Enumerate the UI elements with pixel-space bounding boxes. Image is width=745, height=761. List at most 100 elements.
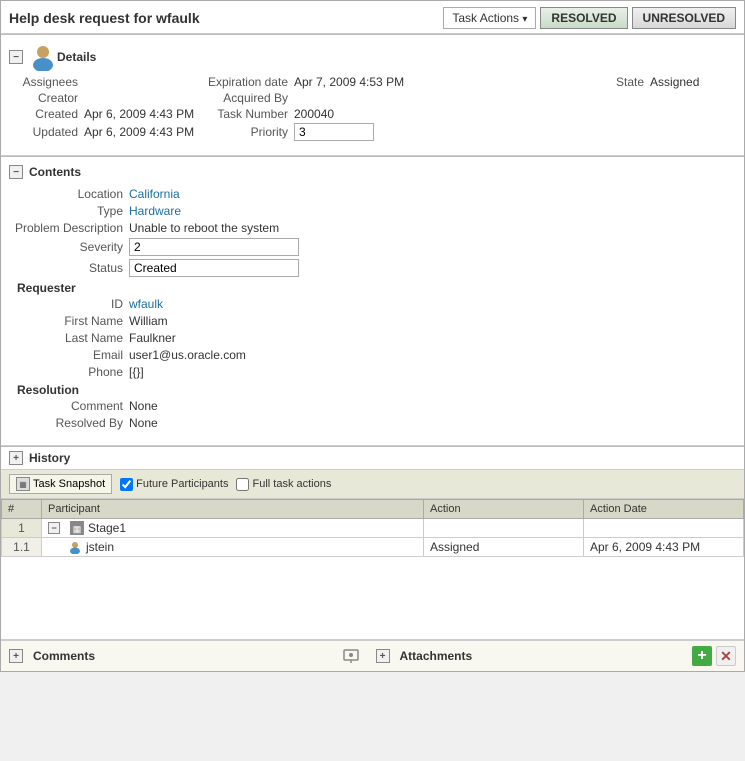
history-header-row: # Participant Action Action Date <box>2 500 744 519</box>
priority-label: Priority <box>199 125 294 139</box>
history-table: # Participant Action Action Date 1 − ▦ <box>1 499 744 557</box>
full-task-actions-label: Full task actions <box>252 478 331 490</box>
jstein-name: jstein <box>86 540 114 554</box>
stage-icon: ▦ <box>70 521 84 535</box>
history-table-body: 1 − ▦ Stage1 1.1 <box>2 519 744 557</box>
row-action-date-stage1 <box>584 519 744 538</box>
resolution-subsection: Resolution Comment None Resolved By None <box>9 383 736 430</box>
resolved-button[interactable]: RESOLVED <box>540 7 627 29</box>
type-row: Type Hardware <box>9 204 736 218</box>
resolution-comment-label: Comment <box>9 399 129 413</box>
comments-section: + Comments <box>9 649 326 663</box>
avatar-icon <box>29 43 57 71</box>
attachments-label: Attachments <box>400 649 473 663</box>
row-number-1-1: 1.1 <box>2 538 42 557</box>
status-label: Status <box>9 261 129 275</box>
resolution-comment-value: None <box>129 399 158 413</box>
resolution-label: Resolution <box>9 383 736 397</box>
future-participants-checkbox[interactable] <box>120 478 133 491</box>
expiration-date-label: Expiration date <box>199 75 294 89</box>
delete-icon[interactable]: ✕ <box>716 646 736 666</box>
details-fields: Assignees Expiration date Apr 7, 2009 4:… <box>1 75 744 151</box>
requester-label: Requester <box>9 281 736 295</box>
contents-section-header: − Contents <box>1 161 744 183</box>
status-input[interactable] <box>129 259 299 277</box>
requester-id-value[interactable]: wfaulk <box>129 297 163 311</box>
type-value[interactable]: Hardware <box>129 204 181 218</box>
location-row: Location California <box>9 187 736 201</box>
resolution-resolved-by-label: Resolved By <box>9 416 129 430</box>
status-row: Status <box>9 259 736 277</box>
history-toggle-icon[interactable]: + <box>9 451 23 465</box>
contents-section: − Contents Location California Type Hard… <box>1 157 744 446</box>
stage-expand-icon[interactable]: − <box>48 522 60 534</box>
history-table-header: # Participant Action Action Date <box>2 500 744 519</box>
attachments-section: + Attachments <box>376 649 693 663</box>
requester-id-row: ID wfaulk <box>9 297 736 311</box>
resolution-resolved-by-value: None <box>129 416 158 430</box>
unresolved-button[interactable]: UNRESOLVED <box>632 7 736 29</box>
attachments-toggle-icon[interactable]: + <box>376 649 390 663</box>
updated-label: Updated <box>9 125 84 139</box>
row-participant-stage1: − ▦ Stage1 <box>42 519 424 538</box>
requester-phone-value: [{}] <box>129 365 144 379</box>
requester-email-value: user1@us.oracle.com <box>129 348 246 362</box>
contents-section-label: Contents <box>29 165 81 179</box>
row-action-jstein: Assigned <box>424 538 584 557</box>
created-label: Created <box>9 107 84 121</box>
contents-fields: Location California Type Hardware Proble… <box>1 183 744 441</box>
task-snapshot-label: Task Snapshot <box>33 478 105 490</box>
task-actions-button[interactable]: Task Actions ▾ <box>443 7 536 29</box>
state-label: State <box>616 75 650 89</box>
history-section-label: History <box>29 451 70 465</box>
acquired-by-label: Acquired By <box>199 91 294 105</box>
add-icon[interactable]: + <box>692 646 712 666</box>
full-task-actions-checkbox[interactable] <box>236 478 249 491</box>
col-action-header: Action <box>424 500 584 519</box>
page-header: Help desk request for wfaulk Task Action… <box>1 1 744 34</box>
footer-bar: + Comments + Attachments + ✕ <box>1 640 744 671</box>
stage1-name: Stage1 <box>88 521 126 535</box>
footer-center-icon <box>326 647 376 665</box>
problem-description-value: Unable to reboot the system <box>129 221 279 235</box>
requester-firstname-row: First Name William <box>9 314 736 328</box>
comments-label: Comments <box>33 649 95 663</box>
severity-input[interactable] <box>129 238 299 256</box>
severity-row: Severity <box>9 238 736 256</box>
expiration-date-value: Apr 7, 2009 4:53 PM <box>294 75 404 89</box>
row-number-1: 1 <box>2 519 42 538</box>
row-action-date-jstein: Apr 6, 2009 4:43 PM <box>584 538 744 557</box>
requester-email-row: Email user1@us.oracle.com <box>9 348 736 362</box>
requester-firstname-value: William <box>129 314 168 328</box>
requester-lastname-value: Faulkner <box>129 331 176 345</box>
state-value: Assigned <box>650 75 699 89</box>
center-footer-icon <box>342 647 360 665</box>
future-participants-label: Future Participants <box>136 478 228 490</box>
row-action-stage1 <box>424 519 584 538</box>
location-value[interactable]: California <box>129 187 180 201</box>
details-toggle-icon[interactable]: − <box>9 50 23 64</box>
details-section: − Details Assignees Expiration date Apr … <box>1 35 744 156</box>
contents-toggle-icon[interactable]: − <box>9 165 23 179</box>
task-actions-label: Task Actions <box>452 11 519 25</box>
full-task-actions-checkbox-label[interactable]: Full task actions <box>236 478 331 491</box>
assignees-label: Assignees <box>9 75 84 89</box>
future-participants-checkbox-label[interactable]: Future Participants <box>120 478 228 491</box>
user-icon <box>68 540 82 554</box>
dropdown-arrow-icon: ▾ <box>522 14 527 25</box>
col-action-date-header: Action Date <box>584 500 744 519</box>
header-actions: Task Actions ▾ RESOLVED UNRESOLVED <box>443 7 736 29</box>
history-section: + History ▦ Task Snapshot Future Partici… <box>1 447 744 640</box>
resolution-resolved-by-row: Resolved By None <box>9 416 736 430</box>
priority-input[interactable] <box>294 123 374 141</box>
requester-lastname-label: Last Name <box>9 331 129 345</box>
table-row: 1.1 jstein Assigned <box>2 538 744 557</box>
task-snapshot-button[interactable]: ▦ Task Snapshot <box>9 474 112 494</box>
col-number-header: # <box>2 500 42 519</box>
comments-toggle-icon[interactable]: + <box>9 649 23 663</box>
problem-description-label: Problem Description <box>9 221 129 235</box>
task-number-value: 200040 <box>294 107 334 121</box>
task-number-label: Task Number <box>199 107 294 121</box>
page-container: Help desk request for wfaulk Task Action… <box>0 0 745 672</box>
requester-subsection: Requester ID wfaulk First Name William L… <box>9 281 736 379</box>
